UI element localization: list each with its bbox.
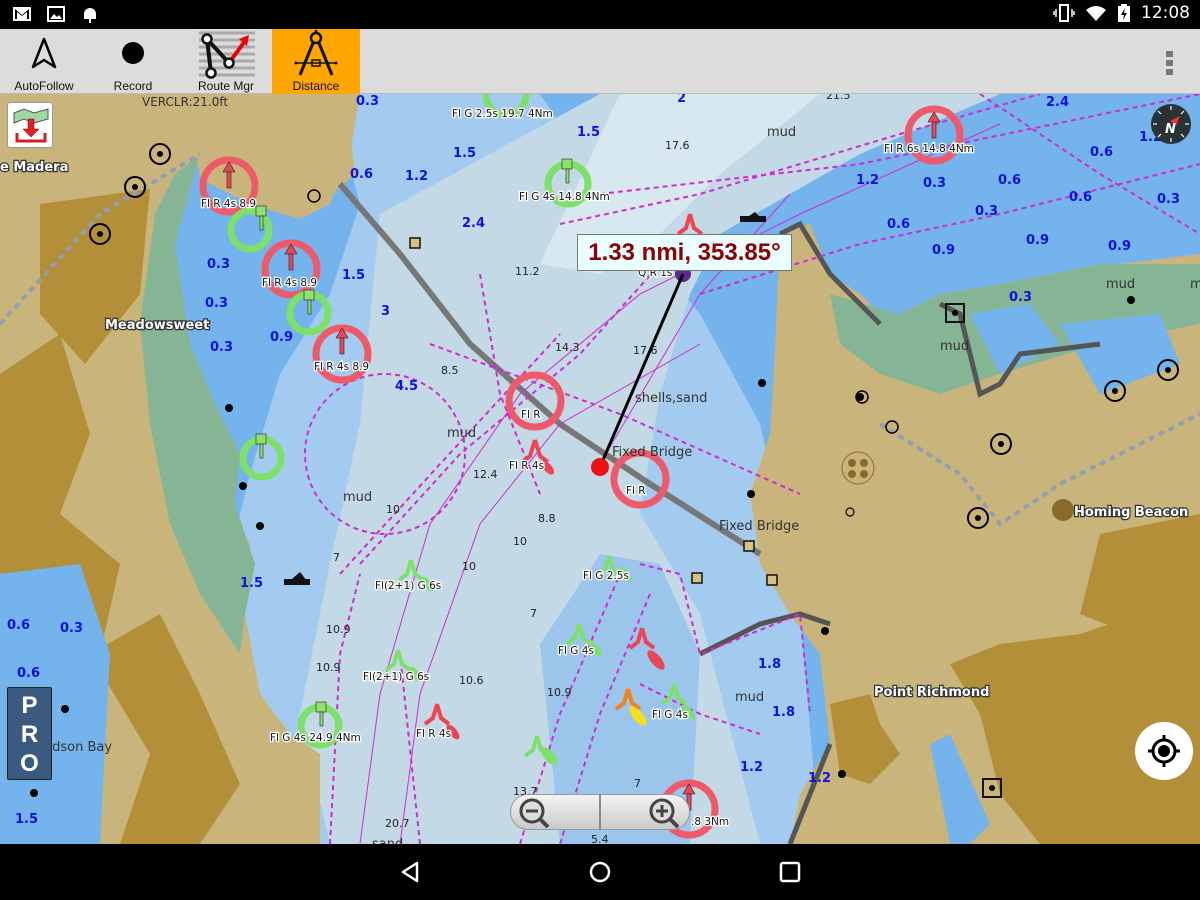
toolbar: AutoFollow Record Route Mgr Distance xyxy=(0,29,1200,94)
zoom-control xyxy=(510,794,690,830)
status-time: 12:08 xyxy=(1141,3,1190,23)
light-label: Fl R 4s xyxy=(416,728,451,740)
zoom-in-button[interactable] xyxy=(601,795,689,829)
plain-label: mud xyxy=(1106,277,1135,292)
route-manager-label: Route Mgr xyxy=(197,79,255,93)
distance-button[interactable]: Distance xyxy=(272,29,360,94)
plain-label: mud xyxy=(447,426,476,441)
plain-label: mud xyxy=(940,339,969,354)
light-label: Fl G 2.5s xyxy=(583,570,629,582)
zoom-in-icon xyxy=(649,798,680,829)
system-navigation-bar xyxy=(0,844,1200,900)
compass-dividers-icon xyxy=(294,30,338,76)
plain-label: mud xyxy=(735,690,764,705)
plain-label: mud xyxy=(1190,277,1200,292)
pro-badge-letter: R xyxy=(20,721,39,748)
battery-charging-icon xyxy=(1118,4,1130,22)
autofollow-label: AutoFollow xyxy=(14,79,74,93)
plain-label: Fixed Bridge xyxy=(612,445,692,460)
place-name: Meadowsweet xyxy=(105,318,209,333)
light-label: Fl G 4s xyxy=(652,709,688,721)
light-label: Fl R 4s 8.9 xyxy=(262,277,317,289)
light-label: Fl R 6s 14.8 4Nm xyxy=(884,143,974,155)
android-debug-icon xyxy=(84,8,96,23)
record-label: Record xyxy=(113,79,153,93)
overflow-menu-icon[interactable] xyxy=(1166,51,1174,78)
vibrate-icon xyxy=(1053,4,1075,22)
vertical-clearance-label: VERCLR:21.0ft xyxy=(142,95,228,109)
light-label: Fl G 4s xyxy=(558,645,594,657)
light-label: Fl R 4s xyxy=(509,460,544,472)
route-manager-button[interactable]: Route Mgr xyxy=(182,29,270,94)
zoom-out-button[interactable] xyxy=(511,795,599,829)
distance-measurement-readout: 1.33 nmi, 353.85° xyxy=(577,234,792,271)
record-button[interactable]: Record xyxy=(89,29,177,94)
plain-label: sand xyxy=(372,837,403,844)
plain-label: shells,sand xyxy=(635,391,707,406)
light-label: Fl R xyxy=(521,409,541,421)
nautical-chart-map[interactable]: 0.3 1.5 1.5 1.2 2 0.6 2.4 0.3 1.5 0.3 3 … xyxy=(0,94,1200,844)
home-icon[interactable] xyxy=(586,858,614,886)
light-label: Fl R 4s 8.9 xyxy=(201,198,256,210)
pro-badge[interactable]: P R O xyxy=(7,687,52,780)
plain-label: Fixed Bridge xyxy=(719,519,799,534)
light-label: Fl G 2.5s 19.7 4Nm xyxy=(452,108,553,120)
pro-badge-letter: O xyxy=(20,750,39,777)
my-location-button[interactable] xyxy=(1135,722,1193,780)
gallery-icon xyxy=(47,6,65,22)
plain-label: mud xyxy=(767,125,796,140)
pro-badge-letter: P xyxy=(21,692,38,719)
place-name: Homing Beacon xyxy=(1074,505,1188,520)
north-compass-button[interactable]: N xyxy=(1150,103,1192,145)
autofollow-button[interactable]: AutoFollow xyxy=(0,29,88,94)
recents-icon[interactable] xyxy=(776,858,804,886)
light-label: Fl(2+1) G 6s xyxy=(375,580,441,592)
plain-label: mud xyxy=(343,490,372,505)
back-icon[interactable] xyxy=(397,858,425,886)
place-name: Point Richmond xyxy=(874,685,989,700)
navigation-arrow-icon xyxy=(31,37,57,69)
light-label: .8 3Nm xyxy=(691,816,729,828)
wifi-icon xyxy=(1086,6,1106,21)
north-compass-icon: N xyxy=(1151,104,1191,144)
place-name: e Madera xyxy=(0,160,68,175)
chart-download-button[interactable] xyxy=(7,102,53,148)
zoom-out-icon xyxy=(519,798,550,829)
status-bar: 12:08 xyxy=(0,0,1200,29)
my-location-icon xyxy=(1148,735,1180,767)
light-label: Fl G 4s 14.8 4Nm xyxy=(519,191,610,203)
route-icon xyxy=(199,31,255,79)
record-dot-icon xyxy=(122,42,144,64)
light-label: Fl R xyxy=(626,485,646,497)
light-label: Fl G 4s 24.9 4Nm xyxy=(270,732,361,744)
text-labels-layer: Fl G 2.5s 19.7 4Nm Fl G 4s 14.8 4Nm Fl R… xyxy=(0,95,1200,844)
light-label: Fl R 4s 8.9 xyxy=(314,361,369,373)
svg-text:N: N xyxy=(1165,122,1176,137)
gmail-icon xyxy=(13,7,31,21)
chart-download-icon xyxy=(13,108,49,143)
light-label: Fl(2+1) G 6s xyxy=(363,671,429,683)
distance-label: Distance xyxy=(292,79,340,93)
